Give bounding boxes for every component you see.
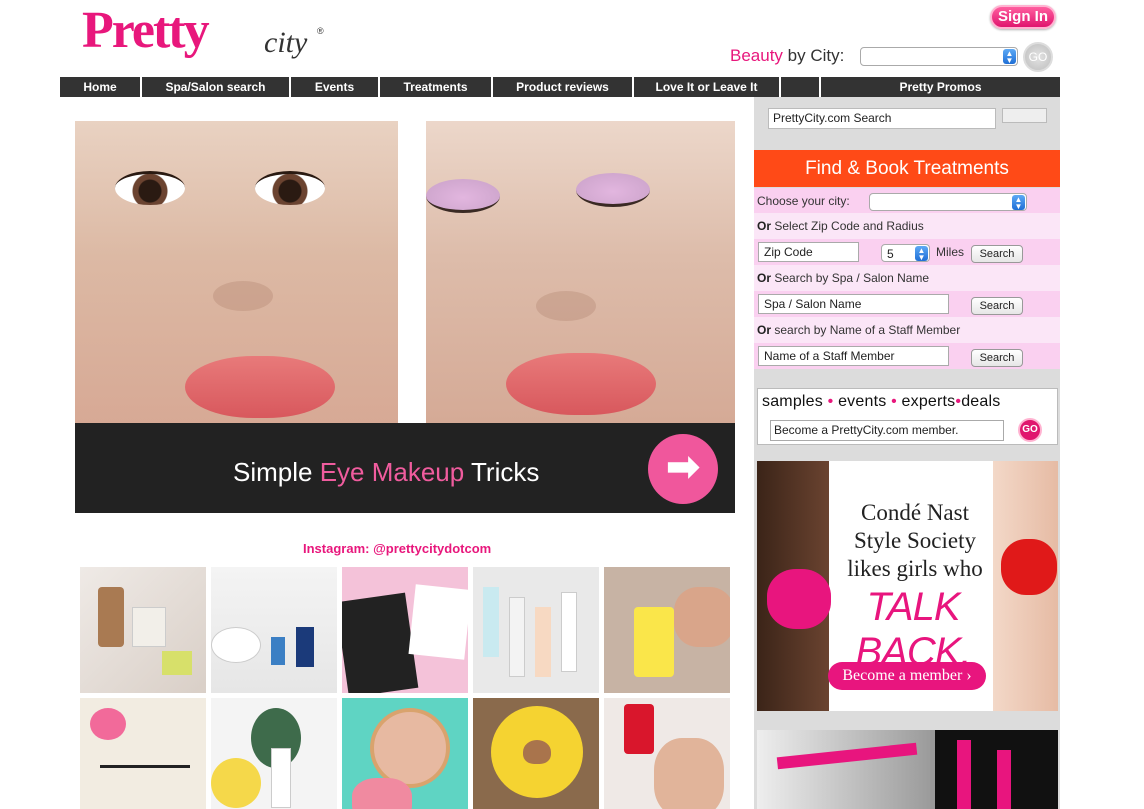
hero-banner[interactable]: Simple Eye Makeup Tricks ➡ [75, 423, 735, 513]
site-logo[interactable]: Pretty city ® [82, 2, 332, 68]
member-benefits: samples • events • experts•deals [762, 393, 1001, 410]
radius-select[interactable]: 5 ▲ ▼ [881, 244, 930, 262]
hero-highlight: Eye Makeup [319, 457, 465, 487]
choose-city-label: Choose your city: [757, 194, 850, 208]
instagram-photo-building-empire-notebook[interactable] [342, 567, 468, 693]
logo-pretty-text: Pretty [82, 2, 210, 59]
find-book-header: Find & Book Treatments [754, 150, 1060, 187]
zip-code-input[interactable]: Zip Code [758, 242, 859, 262]
nav-home[interactable]: Home [60, 77, 142, 97]
face-eye-right [255, 171, 325, 205]
logo-registered-mark: ® [317, 26, 324, 36]
page: Pretty city ® Sign In Beauty by City: ▲ ▼… [0, 0, 1144, 809]
staff-name-input[interactable]: Name of a Staff Member [758, 346, 949, 366]
arrow-right-icon[interactable]: ➡ [648, 434, 718, 504]
header-go-button[interactable]: GO [1023, 42, 1053, 72]
instagram-photo-skincare-tubes[interactable] [473, 567, 599, 693]
spa-name-input[interactable]: Spa / Salon Name [758, 294, 949, 314]
select-arrows-icon: ▲ ▼ [1012, 195, 1025, 211]
nav-product-reviews[interactable]: Product reviews [493, 77, 634, 97]
site-search-input[interactable]: PrettyCity.com Search [768, 108, 996, 129]
instagram-title[interactable]: Instagram: @prettycitydotcom [303, 541, 491, 556]
face-lips [185, 356, 335, 418]
nav-treatments[interactable]: Treatments [380, 77, 493, 97]
ad-headline: Condé Nast Style Society likes girls who [847, 500, 983, 581]
beauty-word: Beauty [730, 46, 783, 65]
face-eye-closed-left [426, 179, 500, 213]
mascara-ad[interactable] [757, 730, 1058, 809]
face-lips [506, 353, 656, 415]
spa-search-button[interactable]: Search [971, 297, 1023, 315]
conde-nast-ad[interactable]: Condé Nast Style Society likes girls who… [757, 461, 1058, 711]
staff-name-label: Or search by Name of a Staff Member [757, 323, 961, 337]
staff-search-button[interactable]: Search [971, 349, 1023, 367]
instagram-photo-blush-compact[interactable] [342, 698, 468, 809]
zip-radius-label: Or Select Zip Code and Radius [757, 219, 924, 233]
instagram-photo-lemon-serum[interactable] [211, 698, 337, 809]
spa-name-label: Or Search by Spa / Salon Name [757, 271, 930, 285]
ad-eye-photo [757, 730, 935, 809]
main-nav: Home Spa/Salon search Events Treatments … [60, 77, 1060, 97]
hero-image-before[interactable] [75, 121, 398, 423]
ad-become-member-button[interactable]: Become a member › [828, 662, 986, 690]
instagram-photo-yellow-nails[interactable] [604, 567, 730, 693]
membership-box: samples • events • experts•deals Become … [757, 388, 1058, 445]
beauty-by-city-label: Beauty by City: [730, 46, 844, 66]
mascara-tube-icon [997, 750, 1011, 809]
nav-events[interactable]: Events [291, 77, 380, 97]
nav-love-it-or-leave-it[interactable]: Love It or Leave It [634, 77, 781, 97]
choose-city-select[interactable]: ▲ ▼ [869, 193, 1027, 211]
instagram-photo-pineapple-heart[interactable] [473, 698, 599, 809]
instagram-photo-red-nails[interactable] [604, 698, 730, 809]
face-nose [536, 291, 596, 321]
face-eye-closed-right [576, 173, 650, 207]
member-email-input[interactable]: Become a PrettyCity.com member. [770, 420, 1004, 441]
select-arrows-icon: ▲ ▼ [915, 246, 928, 262]
logo-city-text: city [264, 26, 308, 59]
by-city-text: by City: [782, 46, 845, 65]
nav-spa-salon-search[interactable]: Spa/Salon search [142, 77, 291, 97]
instagram-photo-lash-pouch[interactable] [80, 698, 206, 809]
member-go-button[interactable]: GO [1018, 418, 1042, 442]
miles-label: Miles [936, 245, 965, 259]
face-eye-left [115, 171, 185, 205]
mascara-tube-icon [957, 740, 971, 809]
hero-headline: Simple Eye Makeup Tricks [233, 457, 540, 487]
site-search-button[interactable] [1002, 108, 1047, 123]
nav-spacer [781, 77, 821, 97]
header-city-select[interactable]: ▲ ▼ [860, 47, 1018, 66]
sign-in-button[interactable]: Sign In [990, 5, 1056, 29]
nav-pretty-promos[interactable]: Pretty Promos [821, 77, 1060, 97]
instagram-photo-bathroom-sink[interactable] [211, 567, 337, 693]
zip-search-button[interactable]: Search [971, 245, 1023, 263]
instagram-photo-skincare-flatlay[interactable] [80, 567, 206, 693]
face-nose [213, 281, 273, 311]
hero-image-after[interactable] [426, 121, 735, 423]
select-arrows-icon: ▲ ▼ [1003, 49, 1016, 65]
